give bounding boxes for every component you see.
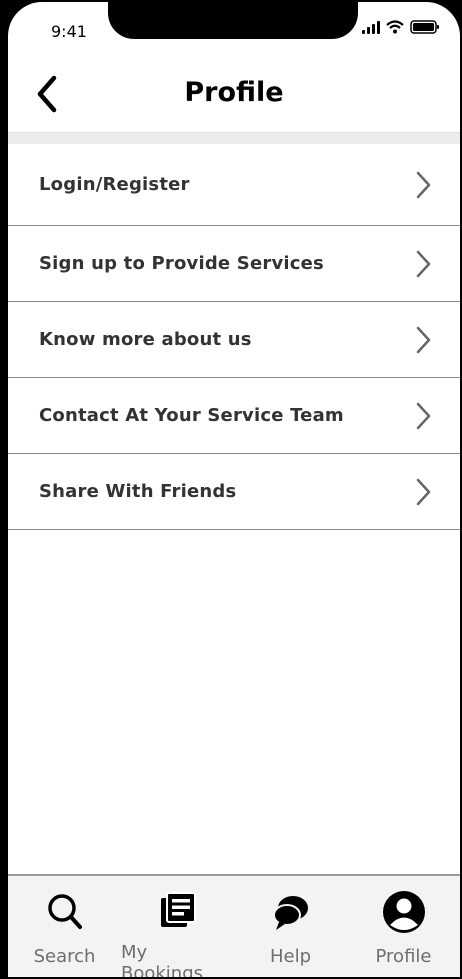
status-time: 9:41 bbox=[51, 22, 87, 41]
chevron-right-icon bbox=[416, 478, 431, 505]
chevron-right-icon bbox=[416, 171, 431, 198]
tab-label: Help bbox=[269, 946, 312, 967]
menu-item-label: Know more about us bbox=[39, 329, 252, 350]
menu-item-label: Contact At Your Service Team bbox=[39, 405, 344, 426]
menu-item-contact-team[interactable]: Contact At Your Service Team bbox=[8, 378, 460, 454]
tab-label: Search bbox=[33, 946, 96, 967]
status-icons bbox=[362, 20, 440, 34]
menu-item-login-register[interactable]: Login/Register bbox=[8, 144, 460, 226]
phone-screen: 9:41 Profile Login/Register Sign up to P… bbox=[8, 2, 460, 977]
tab-help[interactable]: Help bbox=[234, 876, 347, 977]
wifi-icon bbox=[386, 20, 404, 34]
profile-menu: Login/Register Sign up to Provide Servic… bbox=[8, 144, 460, 530]
search-icon bbox=[47, 894, 82, 929]
signal-icon bbox=[362, 20, 380, 34]
menu-item-share-friends[interactable]: Share With Friends bbox=[8, 454, 460, 530]
chat-bubble-icon bbox=[272, 896, 308, 930]
header-divider bbox=[8, 132, 460, 144]
menu-item-about-us[interactable]: Know more about us bbox=[8, 302, 460, 378]
battery-icon bbox=[410, 20, 439, 34]
chevron-right-icon bbox=[416, 250, 431, 277]
tab-label: Profile bbox=[375, 946, 432, 967]
tab-label: My Bookings bbox=[121, 942, 204, 977]
chevron-right-icon bbox=[416, 402, 431, 429]
tab-my-bookings[interactable]: My Bookings bbox=[121, 876, 234, 977]
tab-search[interactable]: Search bbox=[8, 876, 121, 977]
tab-profile[interactable]: Profile bbox=[347, 876, 460, 977]
tab-bar: Search My Bookings Help Profile bbox=[8, 874, 460, 977]
user-icon bbox=[382, 891, 425, 933]
bookings-icon bbox=[160, 892, 196, 927]
notch bbox=[108, 2, 358, 39]
page-title: Profile bbox=[184, 77, 284, 108]
chevron-right-icon bbox=[416, 326, 431, 353]
menu-item-label: Login/Register bbox=[39, 174, 190, 195]
header: Profile bbox=[8, 62, 460, 134]
menu-item-label: Share With Friends bbox=[39, 481, 237, 502]
menu-item-label: Sign up to Provide Services bbox=[39, 253, 324, 274]
menu-item-provide-services[interactable]: Sign up to Provide Services bbox=[8, 226, 460, 302]
